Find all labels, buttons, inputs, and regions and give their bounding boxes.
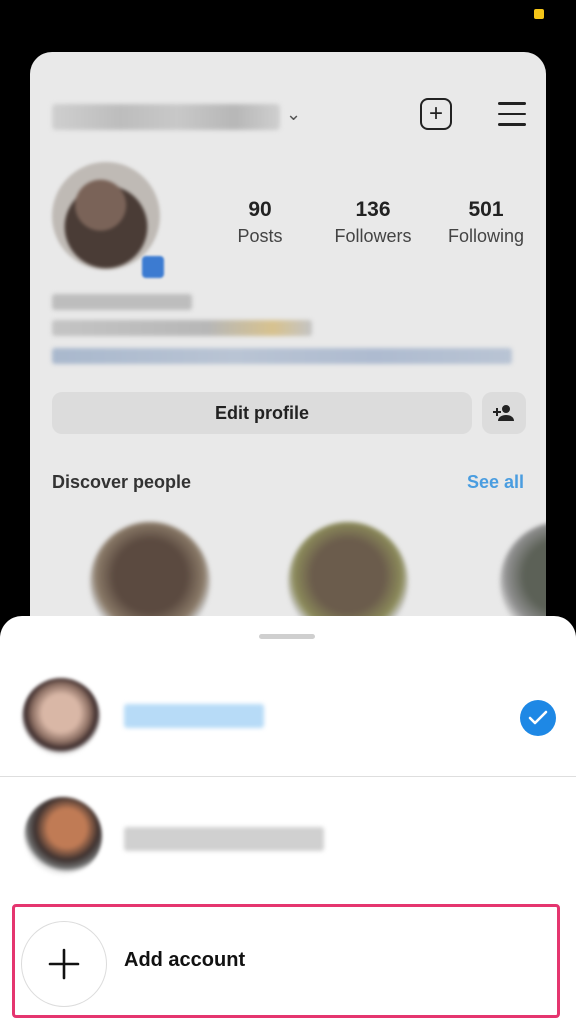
sheet-drag-handle[interactable]: [259, 634, 315, 639]
account-row-current[interactable]: [0, 656, 576, 777]
stat-posts[interactable]: 90 Posts: [210, 198, 310, 247]
profile-stats: 90 Posts 136 Followers 501 Following: [210, 198, 536, 247]
add-account-button[interactable]: Add account: [12, 904, 560, 1018]
plus-icon: [21, 921, 107, 1007]
profile-topbar: ⌄ +: [52, 98, 526, 140]
stat-followers[interactable]: 136 Followers: [323, 198, 423, 247]
stat-value: 136: [355, 198, 391, 221]
add-account-label: Add account: [124, 949, 246, 971]
display-name-redacted: [52, 294, 192, 310]
account-avatar: [22, 678, 100, 756]
account-switcher-sheet: Add account: [0, 616, 576, 1024]
add-person-icon: [493, 405, 514, 421]
add-person-button[interactable]: [482, 392, 526, 434]
menu-icon[interactable]: [498, 102, 526, 126]
chevron-down-icon[interactable]: ⌄: [286, 104, 301, 125]
account-row[interactable]: [0, 777, 576, 899]
stat-label: Followers: [334, 226, 412, 246]
create-post-icon[interactable]: +: [420, 98, 452, 130]
status-indicator-dot: [534, 9, 544, 19]
account-avatar: [24, 797, 102, 875]
see-all-link[interactable]: See all: [467, 472, 524, 493]
avatar-badge: [142, 256, 164, 278]
discover-people-title: Discover people: [52, 472, 192, 492]
stat-label: Following: [447, 226, 525, 246]
stat-value: 90: [248, 198, 272, 221]
account-name-redacted: [124, 827, 324, 851]
stat-label: Posts: [237, 226, 283, 246]
bio-link-redacted: [52, 348, 512, 364]
edit-profile-button[interactable]: Edit profile: [52, 392, 472, 434]
stat-value: 501: [468, 198, 504, 221]
stat-following[interactable]: 501 Following: [436, 198, 536, 247]
checkmark-icon: [520, 700, 556, 736]
bio-line-redacted: [52, 320, 312, 336]
username-redacted[interactable]: [52, 104, 280, 130]
profile-avatar[interactable]: [52, 162, 160, 270]
account-name-redacted: [124, 704, 264, 728]
